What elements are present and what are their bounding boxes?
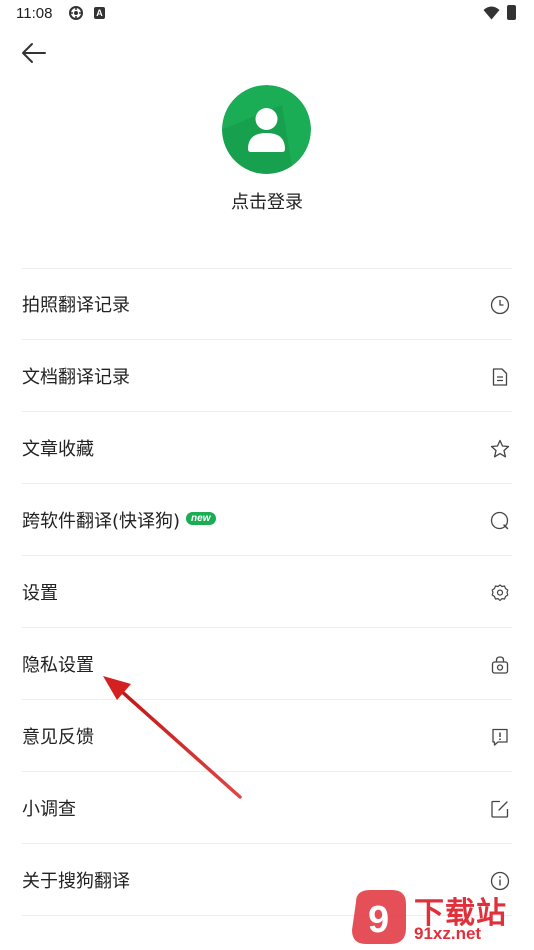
star-icon — [490, 439, 510, 458]
battery-icon — [507, 5, 516, 20]
new-badge: new — [186, 512, 216, 525]
status-time: 11:08 — [16, 5, 53, 22]
watermark-url: 91xz.net — [414, 924, 482, 943]
menu-item-label: 文章收藏 — [22, 438, 94, 460]
menu-item-label: 小调查 — [22, 798, 76, 820]
back-arrow-icon[interactable] — [20, 41, 48, 65]
feedback-icon — [492, 728, 508, 746]
menu-item-survey[interactable]: 小调查 — [22, 772, 512, 844]
menu-item-label: 设置 — [22, 582, 58, 604]
watermark: 9 下载站 91xz.net — [348, 888, 528, 948]
user-avatar-icon — [222, 85, 311, 174]
menu-item-label: 隐私设置 — [22, 654, 94, 676]
document-icon — [492, 368, 508, 386]
edit-icon — [491, 800, 509, 818]
wifi-icon — [483, 6, 500, 20]
status-app-icon: A — [94, 7, 105, 19]
menu-list: 拍照翻译记录 文档翻译记录 文章收藏 跨软件翻译(快译狗) new 设置 隐私设… — [22, 268, 512, 916]
privacy-lock-icon — [491, 656, 509, 674]
menu-item-cross-app-translate[interactable]: 跨软件翻译(快译狗) new — [22, 484, 512, 556]
user-avatar[interactable] — [222, 85, 311, 174]
history-clock-icon — [490, 295, 510, 315]
menu-item-settings[interactable]: 设置 — [22, 556, 512, 628]
settings-sync-icon — [69, 6, 83, 20]
menu-item-label: 跨软件翻译(快译狗) — [22, 510, 181, 532]
svg-text:9: 9 — [368, 899, 389, 941]
menu-item-favorites[interactable]: 文章收藏 — [22, 412, 512, 484]
watermark-logo-icon: 9 — [352, 890, 406, 944]
menu-item-label: 关于搜狗翻译 — [22, 870, 130, 892]
search-icon — [490, 511, 509, 530]
menu-item-feedback[interactable]: 意见反馈 — [22, 700, 512, 772]
login-button[interactable]: 点击登录 — [0, 188, 534, 214]
menu-item-label: 文档翻译记录 — [22, 366, 130, 388]
menu-item-photo-history[interactable]: 拍照翻译记录 — [22, 268, 512, 340]
menu-item-label: 拍照翻译记录 — [22, 294, 130, 316]
menu-item-privacy-settings[interactable]: 隐私设置 — [22, 628, 512, 700]
menu-item-label: 意见反馈 — [22, 726, 94, 748]
gear-icon — [491, 584, 509, 602]
status-bar: 11:08 A — [0, 0, 534, 28]
menu-item-document-history[interactable]: 文档翻译记录 — [22, 340, 512, 412]
